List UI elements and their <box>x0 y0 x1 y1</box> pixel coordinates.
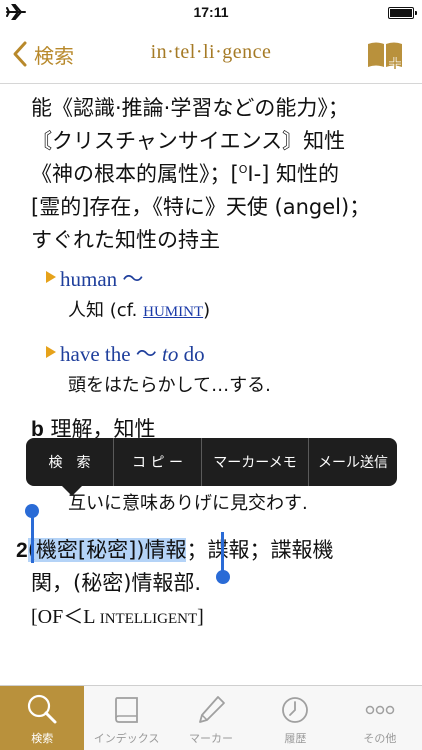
entry-headword-title: in·tel·li·gence <box>150 41 272 63</box>
phrase-marker-icon <box>46 271 56 283</box>
status-time: 17:11 <box>193 4 229 20</box>
sense-b-example: 互いに意味ありげに見交わす. <box>68 493 308 514</box>
back-button-label: 検索 <box>34 43 74 68</box>
chevron-left-icon <box>13 41 27 67</box>
phrase-gloss: 人知 (cf. HUMINT) <box>68 300 211 321</box>
battery-icon <box>388 7 417 19</box>
humint-link[interactable]: HUMINT <box>143 304 203 320</box>
status-bar: 17:11 <box>0 0 422 24</box>
selection-end-bar <box>221 532 224 572</box>
sense-2-line2: 関，(秘密)情報部. <box>31 571 202 595</box>
tab-label: マーカー <box>189 732 234 745</box>
tab-label: インデックス <box>93 732 160 745</box>
marker-pen-icon <box>199 696 225 723</box>
tab-label: 検索 <box>31 732 54 745</box>
navigation-bar: 検索 in·tel·li·gence <box>0 24 422 84</box>
selection-end-handle[interactable] <box>216 570 230 584</box>
tab-label: 履歴 <box>284 732 307 745</box>
search-icon <box>28 694 57 724</box>
tab-marker[interactable]: マーカー <box>169 686 253 750</box>
tab-label: その他 <box>363 732 397 745</box>
phrase-have-the: have the 〜 to do <box>46 338 205 368</box>
tab-bar: 検索 インデックス マーカー 履歴 その他 <box>0 685 422 750</box>
more-dots-icon <box>365 705 395 715</box>
entry-text-line: 《神の根本的属性》；[OI-] 知性的 <box>31 162 340 186</box>
selected-text[interactable]: (機密[秘密])情報 <box>27 538 187 562</box>
dictionary-entry-content: 能《認識·推論·学習などの能力》； 〘クリスチャンサイエンス〙知性 《神の根本的… <box>0 85 422 685</box>
entry-text-line: すぐれた知性の持主 <box>31 228 220 252</box>
history-clock-icon <box>282 697 309 723</box>
menu-pointer-arrow <box>62 486 82 496</box>
menu-copy-button[interactable]: コ ピ ー <box>114 438 202 486</box>
entry-text-line: [霊的]存在，《特に》天使 (angel)； <box>31 195 371 219</box>
menu-marker-memo-button[interactable]: マーカーメモ <box>202 438 309 486</box>
tab-history[interactable]: 履歴 <box>253 686 337 750</box>
menu-search-button[interactable]: 検 索 <box>26 438 114 486</box>
phrase-gloss: 頭をはたらかして…する. <box>68 375 271 396</box>
tab-more[interactable]: その他 <box>338 686 422 750</box>
back-to-search-button[interactable]: 検索 <box>8 38 74 70</box>
phrase-marker-icon <box>46 346 56 358</box>
menu-send-mail-button[interactable]: メール送信 <box>309 438 397 486</box>
book-icon <box>114 697 138 723</box>
entry-text-line: 能《認識·推論·学習などの能力》； <box>31 96 349 120</box>
etymology: [OF＜L INTELLIGENT] <box>31 606 204 628</box>
bookmark-add-icon[interactable] <box>366 40 404 70</box>
sense-2: 2(機密[秘密])情報；諜報；諜報機 <box>16 538 334 562</box>
entry-text-line: 〘クリスチャンサイエンス〙知性 <box>31 129 346 153</box>
tab-search[interactable]: 検索 <box>0 686 85 750</box>
text-selection-menu: 検 索 コ ピ ー マーカーメモ メール送信 <box>26 438 397 486</box>
tab-index[interactable]: インデックス <box>84 686 168 750</box>
phrase-human: human 〜 <box>46 263 143 293</box>
selection-start-bar <box>31 515 34 563</box>
